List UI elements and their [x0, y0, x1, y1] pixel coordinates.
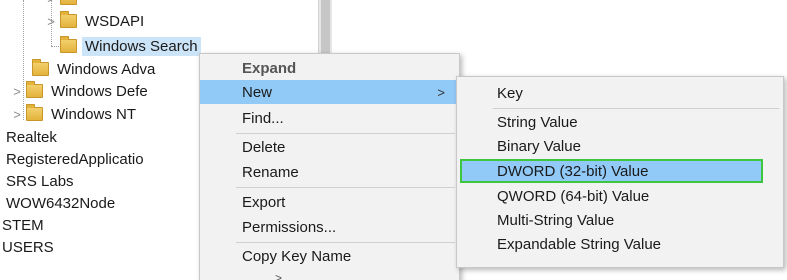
tree-item-system[interactable]: STEM	[0, 214, 47, 236]
tree-item-label: RegisteredApplicatio	[6, 150, 144, 168]
folder-icon	[32, 59, 49, 76]
menu-item-label: Binary Value	[497, 137, 581, 155]
menu-item-label: DWORD (32-bit) Value	[497, 162, 649, 180]
menu-item-export[interactable]: Export	[200, 190, 459, 214]
menu-item-label: Multi-String Value	[497, 211, 615, 229]
menu-item-rename[interactable]: Rename	[200, 160, 459, 184]
menu-separator	[236, 133, 455, 134]
menu-separator	[236, 187, 455, 188]
menu-item-label: Key	[497, 84, 523, 102]
tree-item-label: WOW6432Node	[6, 194, 116, 212]
menu-item-label: Copy Key Name	[242, 247, 352, 265]
tree-item-label: Windows Adva	[57, 60, 156, 78]
submenu-item-dword-value[interactable]: DWORD (32-bit) Value	[460, 159, 763, 183]
folder-icon	[26, 104, 43, 121]
menu-separator	[493, 108, 779, 109]
tree-item-label: WSDAPI	[85, 12, 145, 30]
chevron-right-icon[interactable]: >	[10, 84, 24, 99]
chevron-right-icon[interactable]: >	[44, 0, 58, 6]
chevron-right-icon: >	[275, 271, 283, 280]
tree-item-windows-defender[interactable]: > Windows Defe	[10, 80, 151, 102]
submenu-item-binary-value[interactable]: Binary Value	[457, 134, 783, 158]
tree-item-registered-applications[interactable]: RegisteredApplicatio	[3, 148, 147, 170]
menu-item-find[interactable]: Find...	[200, 106, 459, 130]
submenu-arrow-icon: >	[437, 84, 445, 100]
menu-item-label: Rename	[242, 163, 299, 181]
menu-item-label: Expandable String Value	[497, 235, 662, 253]
tree-item-wsdapi[interactable]: > WSDAPI	[44, 10, 147, 32]
tree-item-label: Windows NT	[51, 105, 137, 123]
context-menu: Expand New > Find... Delete Rename Expor…	[199, 53, 460, 280]
tree-item-srs-labs[interactable]: SRS Labs	[3, 170, 77, 192]
menu-item-label: Delete	[242, 138, 286, 156]
new-submenu: Key String Value Binary Value DWORD (32-…	[456, 76, 784, 268]
tree-guide-line	[23, 0, 24, 120]
tree-item-cutoff[interactable]: >	[44, 0, 82, 9]
menu-item-new[interactable]: New >	[200, 80, 459, 104]
folder-icon	[60, 0, 77, 5]
menu-separator	[236, 242, 455, 243]
submenu-item-qword-value[interactable]: QWORD (64-bit) Value	[457, 184, 783, 208]
folder-icon	[60, 36, 77, 53]
menu-item-delete[interactable]: Delete	[200, 135, 459, 159]
menu-item-label: Find...	[242, 109, 284, 127]
submenu-item-expandable-string-value[interactable]: Expandable String Value	[457, 232, 783, 256]
registry-editor-window: > > WSDAPI Windows Search Windows Adva >…	[0, 0, 787, 280]
tree-item-label: USERS	[2, 238, 54, 256]
tree-item-windows-search[interactable]: Windows Search	[58, 35, 201, 57]
folder-icon	[26, 81, 43, 98]
tree-item-realtek[interactable]: Realtek	[3, 126, 60, 148]
menu-item-label: Expand	[242, 59, 297, 77]
chevron-right-icon[interactable]: >	[10, 107, 24, 122]
menu-item-copy-key-name[interactable]: Copy Key Name	[200, 244, 459, 268]
menu-item-label: New	[242, 83, 273, 101]
submenu-item-string-value[interactable]: String Value	[457, 110, 783, 134]
menu-item-label: QWORD (64-bit) Value	[497, 187, 650, 205]
menu-item-permissions[interactable]: Permissions...	[200, 215, 459, 239]
tree-item-windows-advanced[interactable]: Windows Adva	[30, 58, 158, 80]
tree-item-label: Windows Defe	[51, 82, 148, 100]
menu-item-label: Permissions...	[242, 218, 337, 236]
menu-item-expand[interactable]: Expand	[200, 56, 459, 80]
tree-item-label: Realtek	[6, 128, 57, 146]
menu-item-label: String Value	[497, 113, 578, 131]
folder-icon	[60, 11, 77, 28]
chevron-right-icon[interactable]: >	[44, 14, 58, 29]
submenu-item-key[interactable]: Key	[457, 81, 783, 105]
menu-item-label: Export	[242, 193, 286, 211]
tree-item-label: SRS Labs	[6, 172, 74, 190]
tree-item-windows-nt[interactable]: > Windows NT	[10, 103, 139, 125]
tree-item-wow6432node[interactable]: WOW6432Node	[3, 192, 118, 214]
tree-item-label: Windows Search	[82, 36, 201, 56]
submenu-item-multi-string-value[interactable]: Multi-String Value	[457, 208, 783, 232]
tree-item-users[interactable]: USERS	[0, 236, 57, 258]
tree-item-label: STEM	[2, 216, 44, 234]
